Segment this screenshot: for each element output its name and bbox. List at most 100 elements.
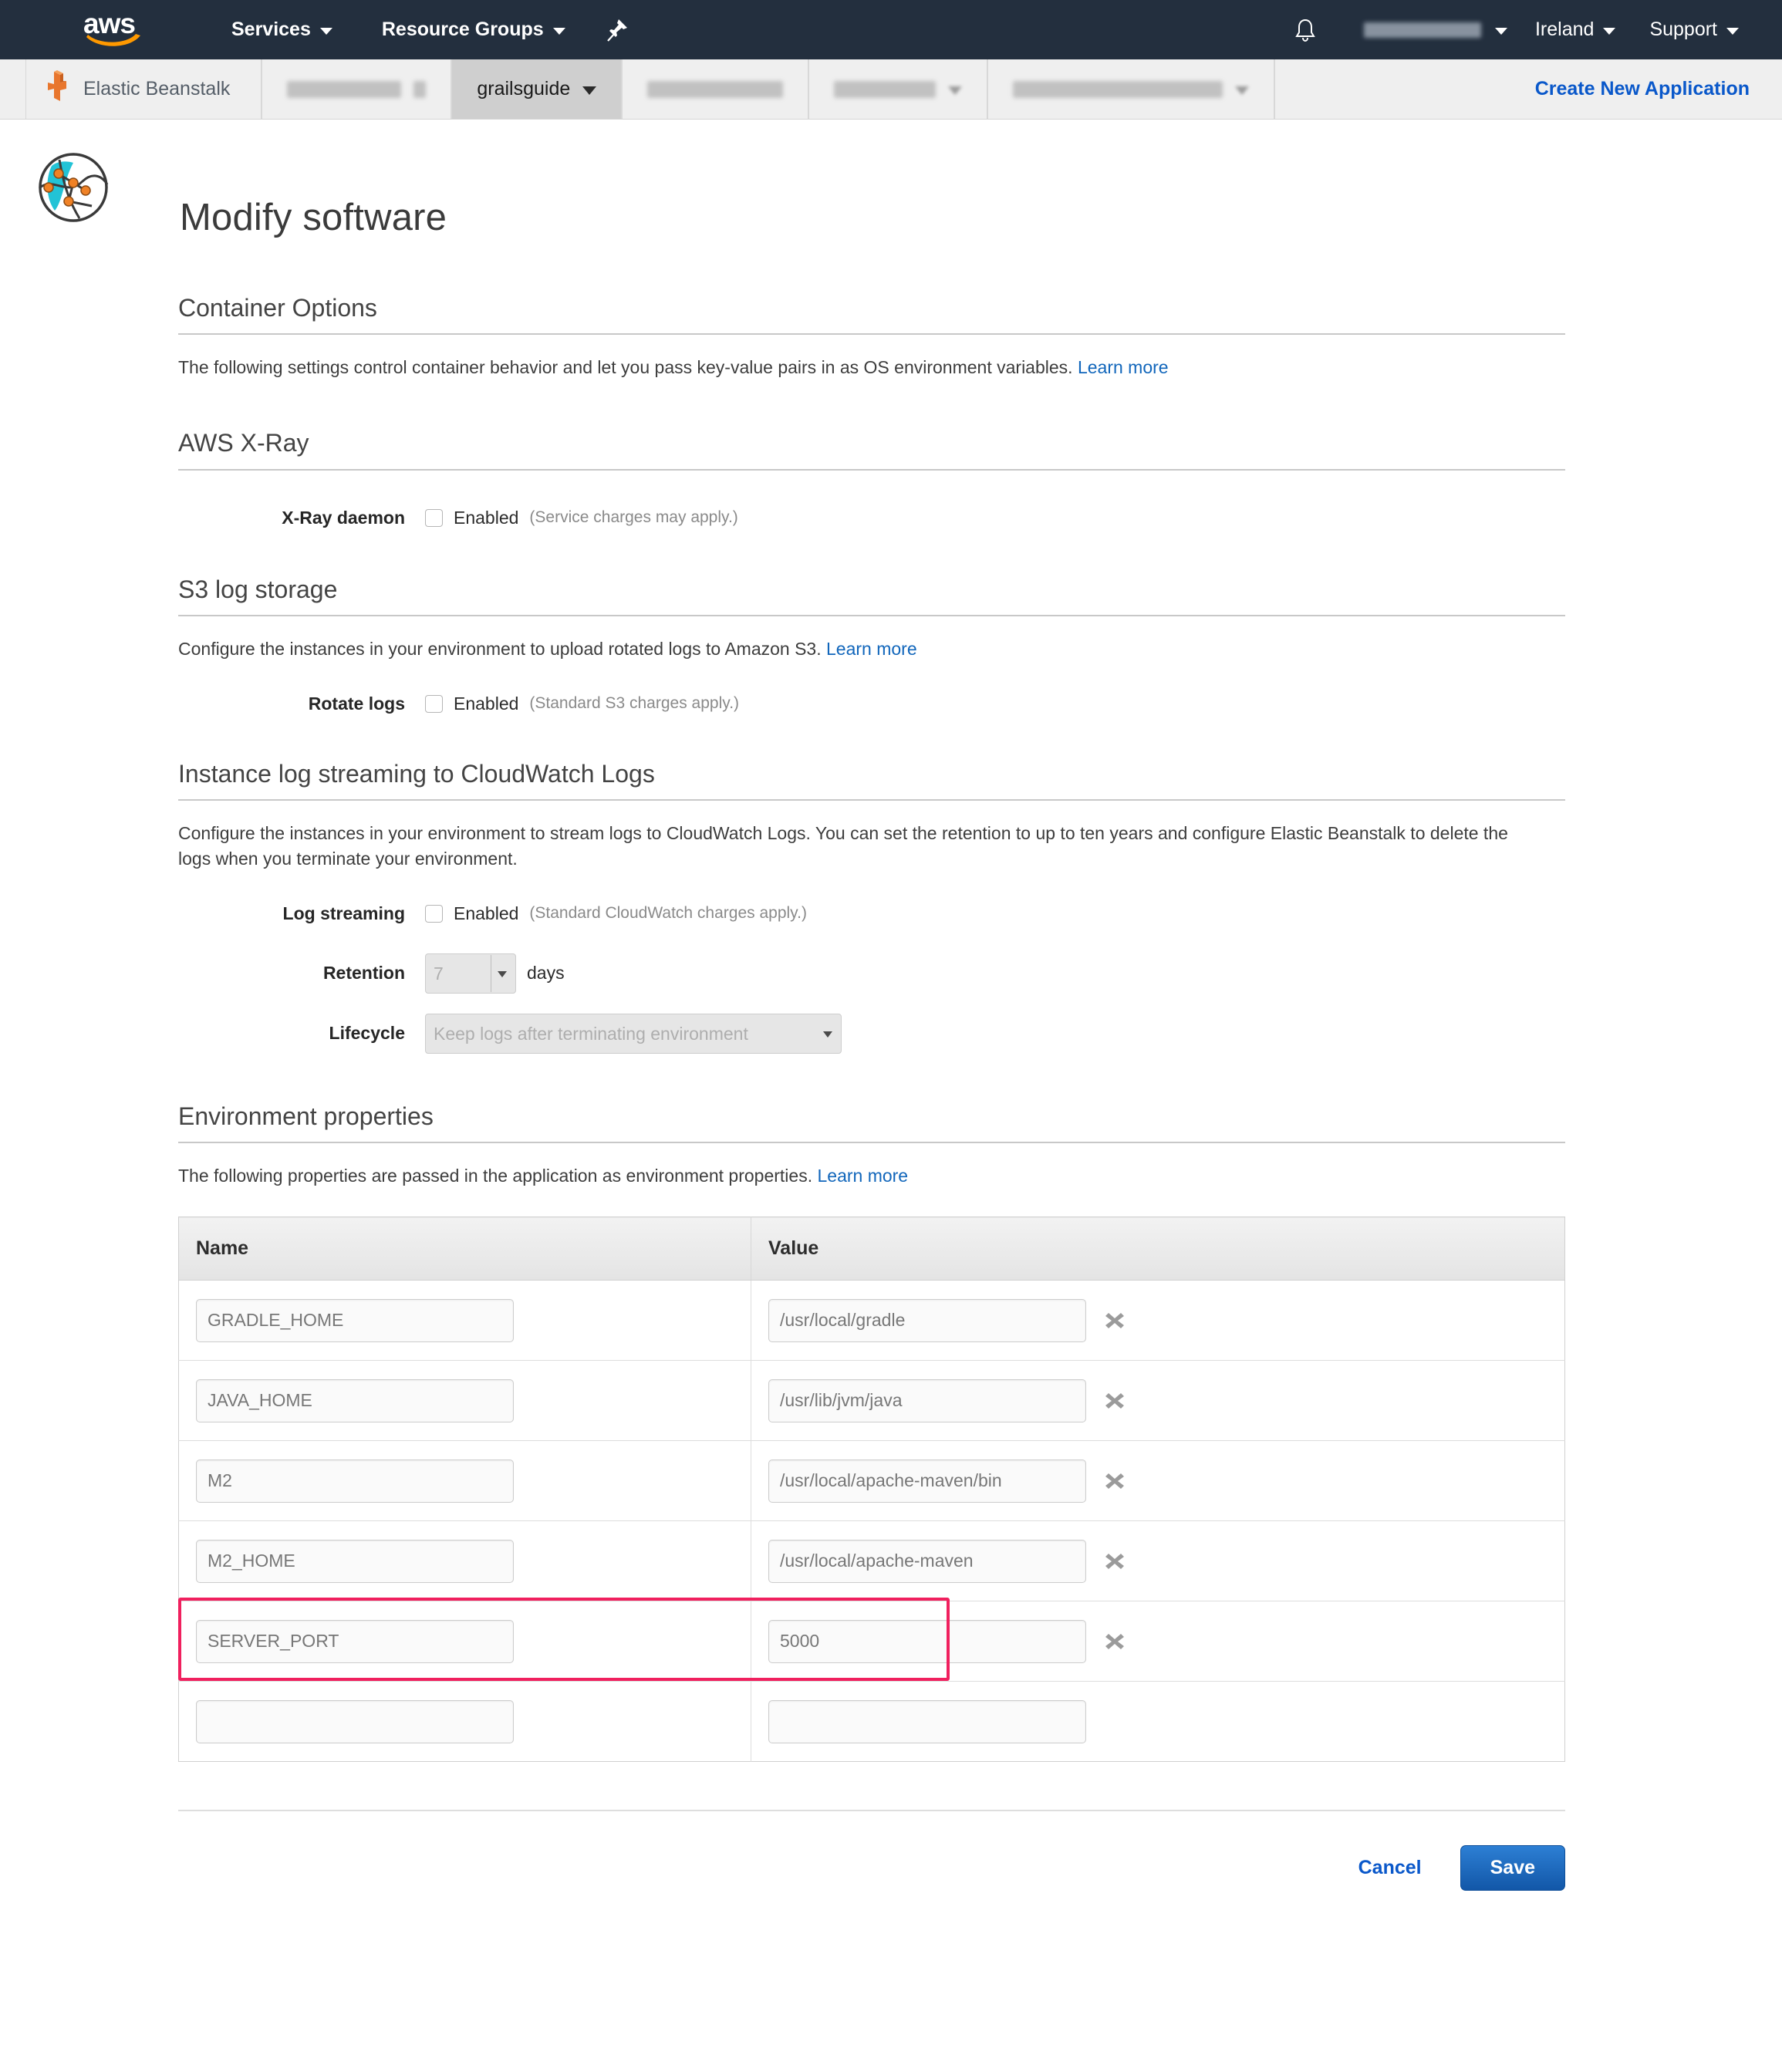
s3-log-storage-description-text: Configure the instances in your environm… [178,639,822,660]
application-caret-redacted [413,80,427,98]
column-header-value: Value [751,1217,1565,1281]
log-streaming-enabled-label: Enabled [454,903,519,923]
value-cell-content [768,1379,1564,1422]
field-row-rotate-logs: Rotate logs Enabled (Standard S3 charges… [178,663,1782,714]
chevron-down-icon [1603,27,1616,35]
create-new-application-label: Create New Application [1534,78,1750,100]
property-value-input[interactable] [768,1619,1086,1663]
page-header: Modify software [0,120,1782,262]
page-body: Modify software Container Options The fo… [0,120,1782,1891]
field-row-xray-daemon: X-Ray daemon Enabled (Service charges ma… [178,471,1782,528]
log-streaming-enabled-checkbox[interactable] [425,904,443,923]
property-name-input[interactable] [196,1619,514,1663]
section-aws-xray: AWS X-Ray X-Ray daemon Enabled (Service … [178,380,1782,528]
delete-property-icon[interactable] [1103,1630,1126,1653]
section-container-options: Container Options The following settings… [178,262,1782,381]
table-cell-value [751,1520,1565,1601]
aws-logo[interactable]: aws [83,9,150,49]
breadcrumb-4-redacted [647,80,784,98]
table-row [178,1360,1565,1441]
top-navigation-bar: aws Services Resource Groups Ireland Sup… [0,0,1782,59]
section-description-s3-log-storage: Configure the instances in your environm… [178,616,1782,662]
create-new-application-link[interactable]: Create New Application [1535,59,1782,119]
learn-more-link-s3-log-storage[interactable]: Learn more [826,639,917,659]
field-label-log-streaming: Log streaming [282,903,405,923]
environment-properties-description-text: The following properties are passed in t… [178,1165,813,1186]
property-name-input[interactable] [196,1298,514,1342]
property-value-input[interactable] [768,1539,1086,1583]
section-environment-properties: Environment properties The following pro… [178,1054,1782,1763]
value-cell-content [768,1619,1564,1663]
table-cell-value [751,1601,1565,1682]
table-row [178,1601,1565,1682]
rotate-logs-charges-note: (Standard S3 charges apply.) [529,694,740,713]
value-cell-content [768,1459,1564,1503]
nav-resource-groups-menu[interactable]: Resource Groups [366,0,581,59]
breadcrumb: Elastic Beanstalk grailsguide Create New… [0,59,1782,120]
rotate-logs-enabled-label: Enabled [454,693,519,714]
bell-icon[interactable] [1290,13,1321,47]
environment-properties-table-container: Name Value [178,1189,1782,1763]
table-cell-value [751,1360,1565,1441]
delete-property-icon[interactable] [1103,1470,1126,1493]
breadcrumb-item-application[interactable] [262,59,452,119]
nav-region-menu[interactable]: Ireland [1518,19,1632,41]
property-name-input[interactable] [196,1379,514,1422]
breadcrumb-service-label: Elastic Beanstalk [83,78,231,100]
nav-services-menu[interactable]: Services [216,0,348,59]
nav-resource-groups-label: Resource Groups [381,19,544,40]
breadcrumb-item-5[interactable] [808,59,988,119]
page-content: Container Options The following settings… [0,262,1782,1891]
nav-support-menu[interactable]: Support [1632,19,1756,41]
learn-more-link-environment-properties[interactable]: Learn more [817,1166,908,1186]
cancel-button[interactable]: Cancel [1354,1856,1426,1880]
property-value-input[interactable] [768,1699,1086,1743]
lifecycle-dropdown[interactable]: Keep logs after terminating environment [425,1013,842,1054]
property-value-input[interactable] [768,1298,1086,1342]
xray-daemon-enabled-checkbox[interactable] [425,508,443,527]
chevron-down-icon [1726,27,1739,35]
footer-actions: Cancel Save [178,1811,1565,1891]
breadcrumb-item-6[interactable] [987,59,1275,119]
breadcrumb-environment-label: grailsguide [477,78,571,100]
section-description-environment-properties: The following properties are passed in t… [178,1143,1782,1189]
table-cell-name [178,1681,751,1762]
chevron-down-icon [319,27,332,35]
property-value-input[interactable] [768,1379,1086,1422]
nav-services-label: Services [231,19,311,40]
table-body [178,1280,1565,1762]
learn-more-link-container-options[interactable]: Learn more [1078,357,1169,377]
chevron-down-icon [1494,27,1507,35]
delete-property-icon[interactable] [1103,1309,1126,1332]
value-cell-content [768,1539,1564,1583]
breadcrumb-spacer [1274,59,1534,119]
log-streaming-charges-note: (Standard CloudWatch charges apply.) [529,904,807,923]
retention-dropdown[interactable]: 7 [425,953,516,994]
pushpin-icon[interactable] [604,17,630,43]
nav-account-menu[interactable] [1353,22,1518,38]
breadcrumb-item-environment[interactable]: grailsguide [451,59,623,119]
property-value-input[interactable] [768,1459,1086,1503]
breadcrumb-5-redacted [834,80,937,98]
breadcrumb-item-service[interactable]: Elastic Beanstalk [25,59,262,119]
form-footer: Cancel Save [178,1762,1782,1891]
field-row-log-streaming: Log streaming Enabled (Standard CloudWat… [178,872,1782,924]
save-button[interactable]: Save [1460,1845,1565,1891]
delete-property-icon[interactable] [1103,1389,1126,1412]
chevron-down-icon [1235,86,1250,95]
table-row [178,1681,1565,1762]
table-cell-name [178,1440,751,1521]
page-title: Modify software [180,196,447,238]
aws-logo-smile [85,32,143,49]
property-name-input[interactable] [196,1699,514,1743]
field-row-retention: Retention 7 days [178,924,1782,994]
property-name-input[interactable] [196,1459,514,1503]
property-name-input[interactable] [196,1539,514,1583]
rotate-logs-enabled-checkbox[interactable] [425,694,443,713]
section-description-container-options: The following settings control container… [178,335,1782,380]
delete-property-icon[interactable] [1103,1550,1126,1573]
breadcrumb-item-4[interactable] [622,59,809,119]
table-cell-name [178,1520,751,1601]
value-cell-content [768,1699,1564,1743]
table-cell-name [178,1280,751,1361]
